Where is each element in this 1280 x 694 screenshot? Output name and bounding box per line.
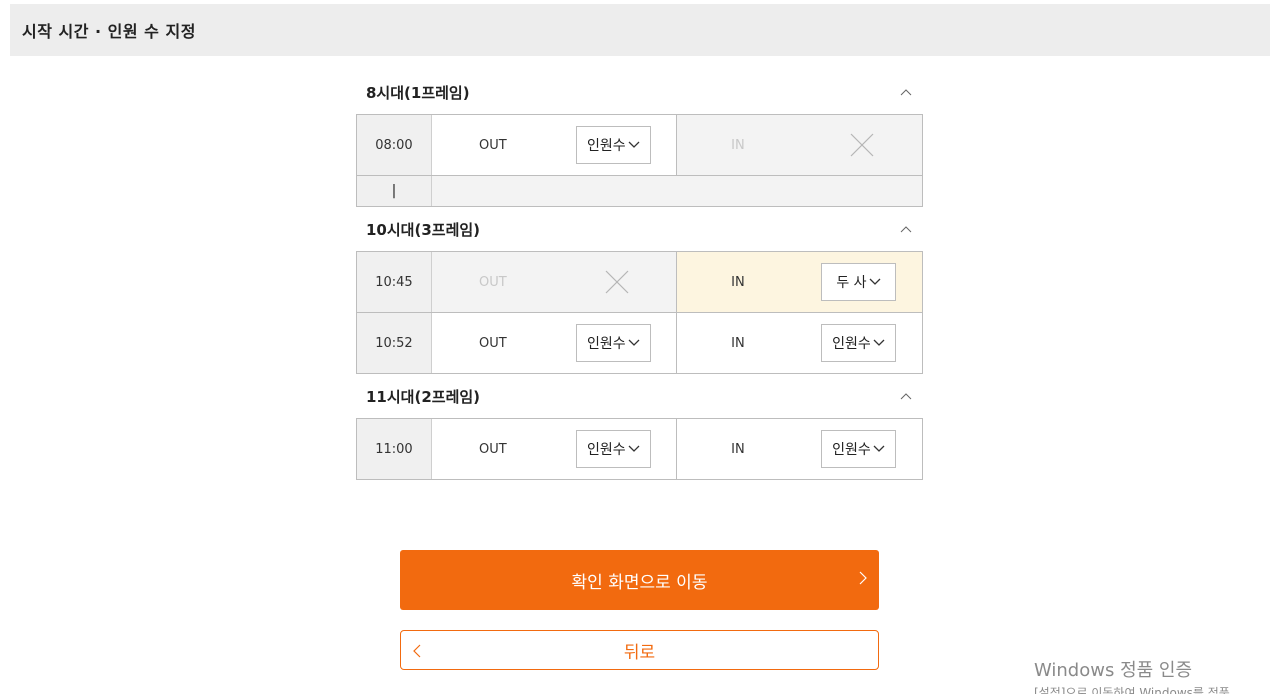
time-table: 08:00 OUT 인원수 IN | xyxy=(356,114,923,207)
chevron-up-icon[interactable] xyxy=(899,222,913,236)
out-label: OUT xyxy=(479,441,507,457)
in-cell: IN 인원수 xyxy=(677,419,922,479)
page-title: 시작 시간 · 인원 수 지정 xyxy=(22,22,196,41)
people-count-select[interactable]: 두 사 xyxy=(820,263,896,301)
section-header[interactable]: 8시대(1프레임) xyxy=(356,70,923,114)
in-label: IN xyxy=(731,441,745,457)
chevron-up-icon[interactable] xyxy=(899,389,913,403)
chevron-down-icon xyxy=(628,141,640,149)
section-header[interactable]: 10시대(3프레임) xyxy=(356,207,923,251)
out-label: OUT xyxy=(479,274,507,290)
chevron-down-icon xyxy=(873,339,885,347)
select-value: 인원수 xyxy=(587,138,626,154)
chevron-right-icon xyxy=(859,570,867,590)
watermark-subtitle: [설정]으로 이동하여 Windows를 정품 xyxy=(1034,686,1230,694)
in-cell: IN xyxy=(676,115,922,175)
close-icon xyxy=(847,130,877,160)
sub-row-empty xyxy=(432,176,922,206)
people-count-select[interactable]: 인원수 xyxy=(575,324,651,362)
people-count-select[interactable]: 인원수 xyxy=(575,126,651,164)
header-bar: 시작 시간 · 인원 수 지정 xyxy=(10,4,1270,56)
back-button-label: 뒤로 xyxy=(623,642,656,663)
people-count-select[interactable]: 인원수 xyxy=(820,430,896,468)
out-cell: OUT xyxy=(431,252,677,312)
time-cell: 10:52 xyxy=(357,313,432,373)
watermark-title: Windows 정품 인증 xyxy=(1034,660,1193,681)
section-title: 8시대(1프레임) xyxy=(366,83,470,102)
chevron-down-icon xyxy=(628,445,640,453)
table-row: 11:00 OUT 인원수 IN 인원수 xyxy=(357,419,922,480)
table-row: 10:52 OUT 인원수 IN 인원수 xyxy=(357,313,922,374)
back-button[interactable]: 뒤로 xyxy=(400,630,879,670)
time-table: 11:00 OUT 인원수 IN 인원수 xyxy=(356,418,923,480)
select-value: 인원수 xyxy=(587,442,626,458)
in-label: IN xyxy=(731,274,745,290)
time-cell: 08:00 xyxy=(357,115,432,175)
sub-time-cell: | xyxy=(357,176,432,206)
sub-time-text: | xyxy=(391,183,397,199)
table-row: 08:00 OUT 인원수 IN xyxy=(357,115,922,176)
people-count-select[interactable]: 인원수 xyxy=(575,430,651,468)
time-slot-panel: 8시대(1프레임) 08:00 OUT 인원수 IN | 10시대(3프레임) … xyxy=(356,70,923,480)
time-cell: 10:45 xyxy=(357,252,432,312)
select-value: 두 사 xyxy=(836,275,867,291)
section-10: 10시대(3프레임) 10:45 OUT IN 두 사 10:52 OUT 인원… xyxy=(356,207,923,374)
section-11: 11시대(2프레임) 11:00 OUT 인원수 IN 인원수 xyxy=(356,374,923,480)
select-value: 인원수 xyxy=(832,336,871,352)
section-header[interactable]: 11시대(2프레임) xyxy=(356,374,923,418)
out-cell: OUT 인원수 xyxy=(432,313,677,373)
chevron-left-icon xyxy=(413,643,421,663)
people-count-select[interactable]: 인원수 xyxy=(820,324,896,362)
chevron-up-icon[interactable] xyxy=(899,85,913,99)
chevron-down-icon xyxy=(869,278,881,286)
select-value: 인원수 xyxy=(587,336,626,352)
out-label: OUT xyxy=(479,137,507,153)
out-cell: OUT 인원수 xyxy=(432,115,677,175)
confirm-button-label: 확인 화면으로 이동 xyxy=(571,572,708,593)
select-value: 인원수 xyxy=(832,442,871,458)
in-label: IN xyxy=(731,335,745,351)
table-row: 10:45 OUT IN 두 사 xyxy=(357,252,922,313)
chevron-down-icon xyxy=(873,445,885,453)
confirm-button[interactable]: 확인 화면으로 이동 xyxy=(400,550,879,610)
in-cell: IN 인원수 xyxy=(677,313,922,373)
windows-activation-watermark: Windows 정품 인증 [설정]으로 이동하여 Windows를 정품 xyxy=(1034,656,1230,694)
in-label: IN xyxy=(731,137,745,153)
in-cell: IN 두 사 xyxy=(676,252,922,312)
section-title: 10시대(3프레임) xyxy=(366,220,481,239)
section-title: 11시대(2프레임) xyxy=(366,387,481,406)
out-label: OUT xyxy=(479,335,507,351)
out-cell: OUT 인원수 xyxy=(432,419,677,479)
close-icon xyxy=(602,267,632,297)
time-table: 10:45 OUT IN 두 사 10:52 OUT 인원수 IN 인원수 xyxy=(356,251,923,374)
section-8: 8시대(1프레임) 08:00 OUT 인원수 IN | xyxy=(356,70,923,207)
time-cell: 11:00 xyxy=(357,419,432,479)
chevron-down-icon xyxy=(628,339,640,347)
table-sub-row: | xyxy=(357,176,922,207)
